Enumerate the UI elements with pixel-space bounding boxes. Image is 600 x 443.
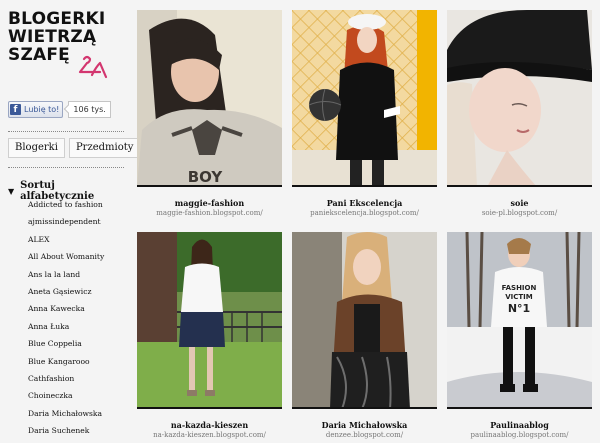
photo-portrait <box>292 232 437 409</box>
blog-url[interactable]: paulinaablog.blogspot.com/ <box>447 431 592 439</box>
like-label: Lubię to! <box>24 105 60 114</box>
blog-url[interactable]: denzee.blogspot.com/ <box>292 431 437 439</box>
blogger-photo[interactable] <box>137 232 282 409</box>
shirt-text: FASHION <box>502 284 537 292</box>
blog-url[interactable]: paniekscelencja.blogspot.com/ <box>292 209 437 217</box>
photo-portrait <box>292 10 437 187</box>
blog-list-item[interactable]: Addicted to fashion <box>28 196 104 213</box>
blogger-photo[interactable]: BOY <box>137 10 282 187</box>
logo-line-2: WIETRZĄ <box>8 27 97 47</box>
blog-list: Addicted to fashion ajmissindependent AL… <box>28 196 104 439</box>
blog-list-item[interactable]: Anna Łuka <box>28 318 104 335</box>
blog-list-item[interactable]: ajmissindependent <box>28 213 104 230</box>
blog-list-item[interactable]: Aneta Gąsiewicz <box>28 283 104 300</box>
blog-url[interactable]: soie-pl.blogspot.com/ <box>447 209 592 217</box>
blogger-photo[interactable] <box>292 10 437 187</box>
blog-url[interactable]: na-kazda-kieszen.blogspot.com/ <box>137 431 282 439</box>
blog-list-item[interactable]: ALEX <box>28 231 104 248</box>
photo-portrait <box>137 232 282 409</box>
like-count: 106 tys. <box>68 101 111 118</box>
blogger-card[interactable]: Pani Ekscelencja paniekscelencja.blogspo… <box>292 10 437 217</box>
blogger-name[interactable]: Pani Ekscelencja <box>292 198 437 208</box>
blogger-photo[interactable] <box>292 232 437 409</box>
blogger-name[interactable]: Daria Michałowska <box>292 420 437 430</box>
category-tabs: Blogerki Przedmioty <box>8 138 144 158</box>
blog-list-item[interactable]: Anna Kawecka <box>28 300 104 317</box>
tab-przedmioty[interactable]: Przedmioty <box>68 138 141 158</box>
blogger-photo[interactable] <box>447 10 592 187</box>
blog-list-item[interactable]: All About Womanity <box>28 248 104 265</box>
shirt-text: VICTIM <box>505 293 533 301</box>
blogger-card[interactable]: BOY maggie-fashion maggie-fashion.blogsp… <box>137 10 282 217</box>
logo-line-1: BLOGERKI <box>8 9 106 29</box>
divider <box>8 167 124 168</box>
blogger-name[interactable]: soie <box>447 198 592 208</box>
blog-list-item[interactable]: Ans la la land <box>28 266 104 283</box>
blogger-name[interactable]: na-kazda-kieszen <box>137 420 282 430</box>
blog-list-item[interactable]: Choineczka <box>28 387 104 404</box>
blogger-name[interactable]: Paulinaablog <box>447 420 592 430</box>
photo-portrait: BOY <box>137 10 282 187</box>
hanger-icon <box>78 55 108 79</box>
blog-list-item[interactable]: Cathfashion <box>28 370 104 387</box>
photo-border <box>292 407 437 409</box>
blog-list-item[interactable]: Blue Kangarooo <box>28 353 104 370</box>
blogger-card[interactable]: na-kazda-kieszen na-kazda-kieszen.blogsp… <box>137 232 282 439</box>
blogger-card[interactable]: FASHION VICTIM N°1 Paulinaablog paulinaa… <box>447 232 592 439</box>
photo-border <box>447 407 592 409</box>
blog-url[interactable]: maggie-fashion.blogspot.com/ <box>137 209 282 217</box>
blogger-card[interactable]: soie soie-pl.blogspot.com/ <box>447 10 592 217</box>
blogger-card[interactable]: Daria Michałowska denzee.blogspot.com/ <box>292 232 437 439</box>
facebook-like-widget: f Lubię to! 106 tys. <box>8 101 111 118</box>
blog-list-item[interactable]: Daria Suchenek <box>28 422 104 439</box>
facebook-icon: f <box>10 104 21 115</box>
photo-border <box>447 185 592 187</box>
photo-border <box>137 407 282 409</box>
blogger-name[interactable]: maggie-fashion <box>137 198 282 208</box>
blog-list-item[interactable]: Blue Coppelia <box>28 335 104 352</box>
photo-portrait <box>447 10 592 187</box>
shirt-text: BOY <box>188 168 224 186</box>
photo-portrait: FASHION VICTIM N°1 <box>447 232 592 409</box>
facebook-like-button[interactable]: f Lubię to! <box>8 101 64 118</box>
shirt-text: N°1 <box>508 302 530 315</box>
divider <box>8 131 124 132</box>
photo-border <box>137 185 282 187</box>
chevron-down-icon: ▼ <box>8 186 15 196</box>
blogger-photo[interactable]: FASHION VICTIM N°1 <box>447 232 592 409</box>
tab-blogerki[interactable]: Blogerki <box>8 138 65 158</box>
photo-border <box>292 185 437 187</box>
blog-list-item[interactable]: Daria Michałowska <box>28 405 104 422</box>
sidebar: BLOGERKI WIETRZĄ SZAFĘ f Lubię to! 106 t… <box>0 0 141 443</box>
